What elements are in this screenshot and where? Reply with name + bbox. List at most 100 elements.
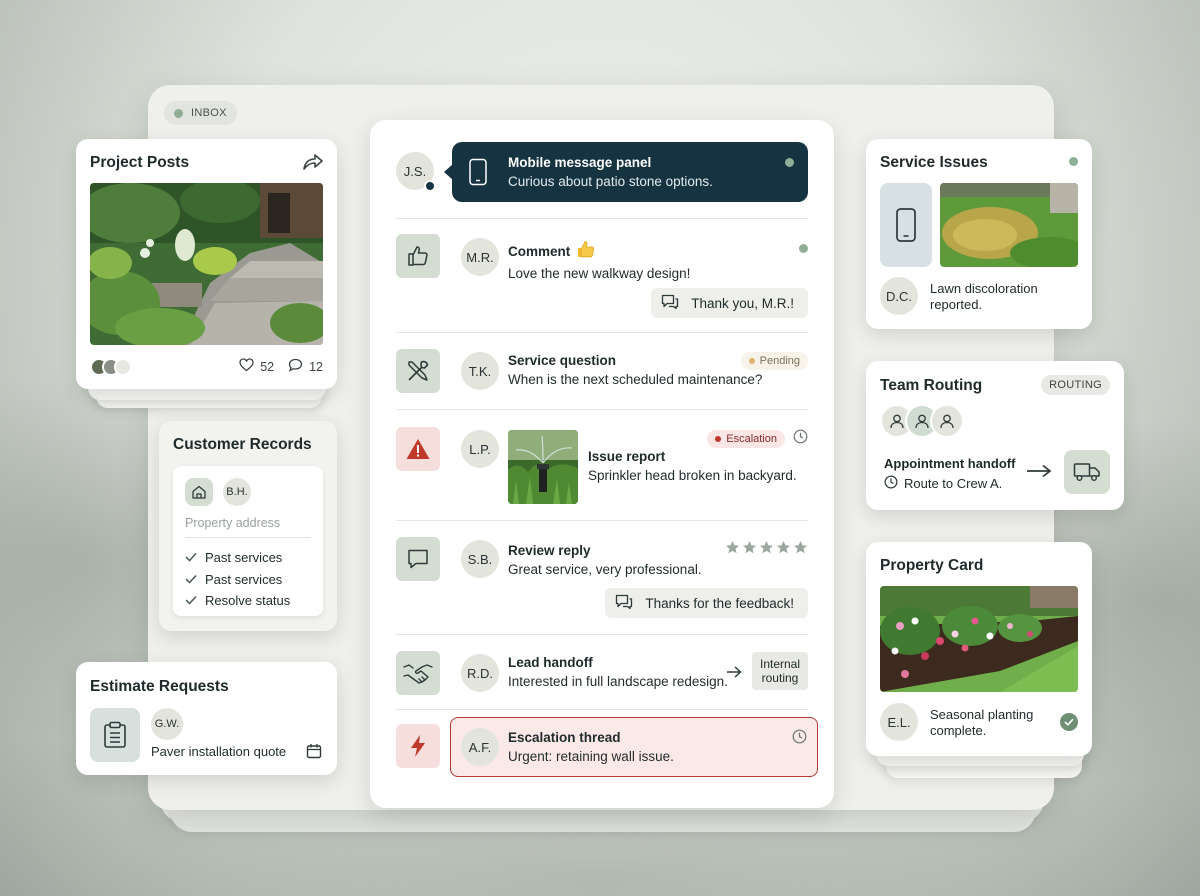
status-badge: Escalation (707, 430, 785, 448)
checklist-label: Past services (205, 550, 283, 565)
service-issue-text: Lawn discoloration reported. (930, 281, 1038, 313)
likes-count: 52 (260, 359, 275, 374)
engagement-avatars (90, 358, 136, 376)
feed-row-lead-handoff[interactable]: R.D. Lead handoff Interested in full lan… (396, 650, 808, 710)
divider (396, 709, 808, 710)
lead-handoff-content: Lead handoff Interested in full landscap… (508, 655, 728, 689)
team-avatars (880, 404, 970, 440)
customer-records-card[interactable]: Customer Records B.H. Property address P… (159, 421, 337, 631)
warning-icon (396, 427, 440, 471)
phone-icon (468, 158, 488, 191)
feed-row-issue-report[interactable]: L.P. Issue report Sprinkler head broken … (396, 426, 808, 516)
check-icon (185, 547, 197, 569)
inbox-chip[interactable]: INBOX (164, 101, 237, 125)
thumbs-up-icon (396, 234, 440, 278)
property-card[interactable]: Property Card E.L. Seasonal planting com… (866, 542, 1092, 756)
clock-icon (793, 429, 808, 449)
list-item: Past services (185, 569, 290, 591)
feed-row-service-question[interactable]: T.K. Service question When is the next s… (396, 348, 808, 408)
pending-dot (748, 358, 755, 364)
lead-handoff-text: Interested in full landscape redesign. (508, 674, 728, 689)
star-rating (725, 540, 808, 555)
project-posts-card[interactable]: Project Posts 52 12 (76, 139, 337, 389)
avatar (114, 358, 132, 376)
escalation-text: Urgent: retaining wall issue. (508, 749, 674, 764)
team-routing-card[interactable]: Team Routing ROUTING Appointment handoff… (866, 361, 1124, 510)
estimate-text: Paver installation quote (151, 744, 287, 759)
project-posts-title: Project Posts (90, 154, 190, 171)
badge-label: Pending (759, 355, 800, 367)
escalation-content: Escalation thread Urgent: retaining wall… (508, 730, 674, 764)
arrow-right-icon (1026, 464, 1052, 483)
appointment-handoff: Appointment handoff Route to Crew A. (884, 456, 1015, 492)
divider (185, 537, 311, 538)
estimate-requests-card[interactable]: Estimate Requests G.W. Paver installatio… (76, 662, 337, 775)
list-item: Past services (185, 547, 290, 569)
comment-icon[interactable] (288, 358, 303, 375)
feed-row-comment[interactable]: M.R. Comment Love the new walkway design… (396, 234, 808, 334)
mobile-message-panel[interactable]: Mobile message panel Curious about patio… (444, 142, 808, 202)
comment-content: Comment Love the new walkway design! (508, 239, 690, 281)
message-feed: J.S. Mobile message panel Curious about … (370, 120, 834, 808)
divider (396, 520, 808, 521)
property-card-title: Property Card (880, 557, 984, 574)
mobile-panel-text: Curious about patio stone options. (508, 174, 713, 189)
checklist-label: Resolve status (205, 593, 291, 608)
calendar-icon[interactable] (306, 743, 322, 764)
unread-dot (785, 158, 794, 167)
delivery-truck-icon[interactable] (1064, 450, 1110, 494)
heart-icon[interactable] (239, 358, 254, 375)
escalation-title: Escalation thread (508, 730, 621, 745)
handoff-title: Appointment handoff (884, 456, 1016, 471)
lawn-discoloration-image (940, 183, 1078, 267)
service-issue-line2: reported. (930, 297, 983, 312)
check-icon (185, 569, 197, 591)
star-icon (726, 541, 739, 554)
escalation-thread-card[interactable]: A.F. Escalation thread Urgent: retaining… (450, 717, 818, 777)
reply-button[interactable]: Thank you, M.R.! (651, 288, 808, 318)
service-question-content: Service question When is the next schedu… (508, 353, 762, 387)
list-item: Resolve status (185, 590, 290, 612)
property-card-line2: complete. (930, 723, 987, 738)
phone-icon (880, 183, 932, 267)
garden-steps-image (90, 183, 323, 345)
comment-title: Comment (508, 244, 571, 259)
avatar: M.R. (461, 238, 499, 276)
customer-records-title: Customer Records (173, 436, 312, 453)
service-issues-card[interactable]: Service Issues D.C. Lawn discoloration r… (866, 139, 1092, 329)
property-card-line1: Seasonal planting (930, 707, 1034, 722)
star-icon (743, 541, 756, 554)
mobile-panel-title: Mobile message panel (508, 155, 652, 170)
reply-button[interactable]: Thanks for the feedback! (605, 588, 808, 618)
avatar: L.P. (461, 430, 499, 468)
user-icon (930, 404, 964, 438)
online-indicator (424, 180, 436, 192)
comment-text: Love the new walkway design! (508, 266, 691, 281)
chat-reply-icon (615, 594, 633, 613)
inbox-label: INBOX (191, 107, 227, 119)
divider (396, 634, 808, 635)
feed-row-review-reply[interactable]: S.B. Review reply Great service, very pr… (396, 536, 808, 626)
avatar: G.W. (151, 708, 183, 740)
handshake-icon (396, 651, 440, 695)
reply-label: Thank you, M.R.! (691, 295, 794, 311)
inbox-status-dot (174, 108, 183, 118)
clipboard-icon (90, 708, 140, 762)
avatar: E.L. (880, 703, 918, 741)
estimate-requests-title: Estimate Requests (90, 678, 229, 695)
unread-dot (799, 244, 808, 253)
internal-routing-button[interactable]: Internal routing (752, 652, 808, 690)
handoff-route-text: Route to Crew A. (904, 476, 1003, 491)
routing-label-line2: routing (761, 671, 799, 685)
issue-report-text: Sprinkler head broken in backyard. (588, 468, 797, 483)
issue-report-title: Issue report (588, 449, 666, 464)
property-address-field[interactable]: Property address (185, 516, 280, 530)
flower-bed-image (880, 586, 1078, 692)
home-icon (185, 478, 213, 506)
share-icon[interactable] (302, 152, 324, 177)
record-checklist: Past services Past services Resolve stat… (185, 547, 290, 612)
sprinkler-image (508, 430, 578, 504)
lead-handoff-title: Lead handoff (508, 655, 593, 670)
property-card-text: Seasonal planting complete. (930, 707, 1033, 739)
star-icon (777, 541, 790, 554)
